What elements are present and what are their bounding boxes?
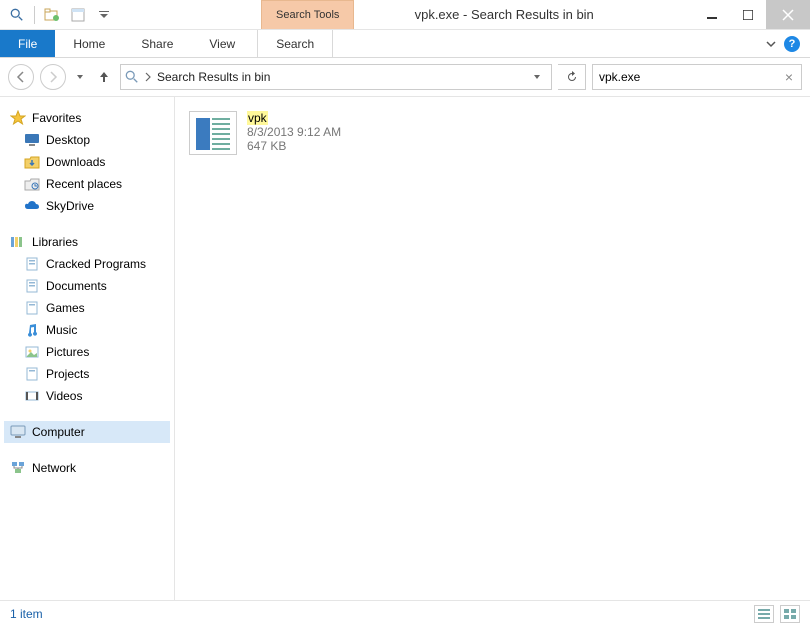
ribbon-tabs: File Home Share View Search ?: [0, 30, 810, 58]
forward-button[interactable]: [40, 64, 66, 90]
nav-item-documents[interactable]: Documents: [4, 275, 170, 297]
navigation-bar: Search Results in bin ×: [0, 58, 810, 96]
skydrive-icon: [24, 198, 40, 214]
close-button[interactable]: [766, 0, 810, 29]
videos-icon: [24, 388, 40, 404]
music-icon: [24, 322, 40, 338]
details-view-icon[interactable]: [754, 605, 774, 623]
status-item-count: 1 item: [10, 607, 43, 621]
libraries-icon: [10, 234, 26, 250]
main-area: Favorites Desktop Downloads Recent place…: [0, 96, 810, 600]
documents-icon: [24, 278, 40, 294]
results-pane: vpk 8/3/2013 9:12 AM 647 KB: [175, 97, 810, 600]
search-glyph-icon: [125, 70, 139, 84]
games-icon: [24, 300, 40, 316]
tab-search[interactable]: Search: [257, 30, 333, 57]
nav-label: Downloads: [46, 155, 105, 169]
expand-ribbon-icon[interactable]: [766, 39, 776, 49]
nav-item-music[interactable]: Music: [4, 319, 170, 341]
computer-icon: [10, 424, 26, 440]
nav-item-downloads[interactable]: Downloads: [4, 151, 170, 173]
nav-label: Network: [32, 461, 76, 475]
view-switcher: [754, 605, 800, 623]
file-tab[interactable]: File: [0, 30, 55, 57]
nav-header-libraries[interactable]: Libraries: [4, 231, 170, 253]
nav-item-computer[interactable]: Computer: [4, 421, 170, 443]
nav-label: Pictures: [46, 345, 89, 359]
nav-label: Projects: [46, 367, 89, 381]
tab-home[interactable]: Home: [55, 30, 123, 57]
nav-item-network[interactable]: Network: [4, 457, 170, 479]
downloads-icon: [24, 154, 40, 170]
star-icon: [10, 110, 26, 126]
tab-view[interactable]: View: [191, 30, 253, 57]
window-title: vpk.exe - Search Results in bin: [354, 0, 694, 29]
nav-label: Games: [46, 301, 85, 315]
result-size: 647 KB: [247, 139, 341, 153]
maximize-button[interactable]: [730, 0, 766, 29]
search-icon[interactable]: [6, 4, 28, 26]
status-bar: 1 item: [0, 600, 810, 626]
contextual-tab-search-tools[interactable]: Search Tools: [261, 0, 354, 29]
network-icon: [10, 460, 26, 476]
nav-item-recent-places[interactable]: Recent places: [4, 173, 170, 195]
recent-icon: [24, 176, 40, 192]
nav-label: Videos: [46, 389, 82, 403]
nav-label: Desktop: [46, 133, 90, 147]
nav-item-videos[interactable]: Videos: [4, 385, 170, 407]
up-button[interactable]: [94, 67, 114, 87]
result-metadata: vpk 8/3/2013 9:12 AM 647 KB: [247, 111, 341, 155]
search-result-item[interactable]: vpk 8/3/2013 9:12 AM 647 KB: [185, 107, 345, 159]
result-name: vpk: [247, 111, 268, 125]
properties-icon[interactable]: [67, 4, 89, 26]
nav-label: Cracked Programs: [46, 257, 146, 271]
quick-access-toolbar: [0, 0, 121, 29]
new-folder-icon[interactable]: [41, 4, 63, 26]
search-box[interactable]: ×: [592, 64, 802, 90]
nav-item-cracked-programs[interactable]: Cracked Programs: [4, 253, 170, 275]
separator: [34, 6, 35, 24]
window-controls: [694, 0, 810, 29]
result-date: 8/3/2013 9:12 AM: [247, 125, 341, 139]
tab-share[interactable]: Share: [123, 30, 191, 57]
nav-header-favorites[interactable]: Favorites: [4, 107, 170, 129]
nav-label: Computer: [32, 425, 85, 439]
nav-item-projects[interactable]: Projects: [4, 363, 170, 385]
nav-label: Music: [46, 323, 77, 337]
navigation-pane: Favorites Desktop Downloads Recent place…: [0, 97, 175, 600]
qat-dropdown-icon[interactable]: [93, 4, 115, 26]
nav-item-desktop[interactable]: Desktop: [4, 129, 170, 151]
help-icon[interactable]: ?: [784, 36, 800, 52]
refresh-button[interactable]: [558, 64, 586, 90]
desktop-icon: [24, 132, 40, 148]
breadcrumb[interactable]: Search Results in bin: [157, 70, 270, 84]
library-icon: [24, 256, 40, 272]
title-bar: Search Tools vpk.exe - Search Results in…: [0, 0, 810, 30]
recent-locations-dropdown[interactable]: [72, 64, 88, 90]
minimize-button[interactable]: [694, 0, 730, 29]
nav-item-pictures[interactable]: Pictures: [4, 341, 170, 363]
clear-search-icon[interactable]: ×: [783, 69, 795, 85]
file-thumbnail-icon: [189, 111, 237, 155]
thumbnails-view-icon[interactable]: [780, 605, 800, 623]
back-button[interactable]: [8, 64, 34, 90]
pictures-icon: [24, 344, 40, 360]
nav-item-games[interactable]: Games: [4, 297, 170, 319]
breadcrumb-chevron-icon[interactable]: [145, 72, 151, 82]
search-input[interactable]: [599, 70, 783, 84]
nav-label: Recent places: [46, 177, 122, 191]
address-dropdown-icon[interactable]: [527, 73, 547, 81]
address-bar[interactable]: Search Results in bin: [120, 64, 552, 90]
nav-label: Documents: [46, 279, 107, 293]
nav-label: SkyDrive: [46, 199, 94, 213]
library-icon: [24, 366, 40, 382]
nav-label: Favorites: [32, 111, 81, 125]
nav-item-skydrive[interactable]: SkyDrive: [4, 195, 170, 217]
nav-label: Libraries: [32, 235, 78, 249]
